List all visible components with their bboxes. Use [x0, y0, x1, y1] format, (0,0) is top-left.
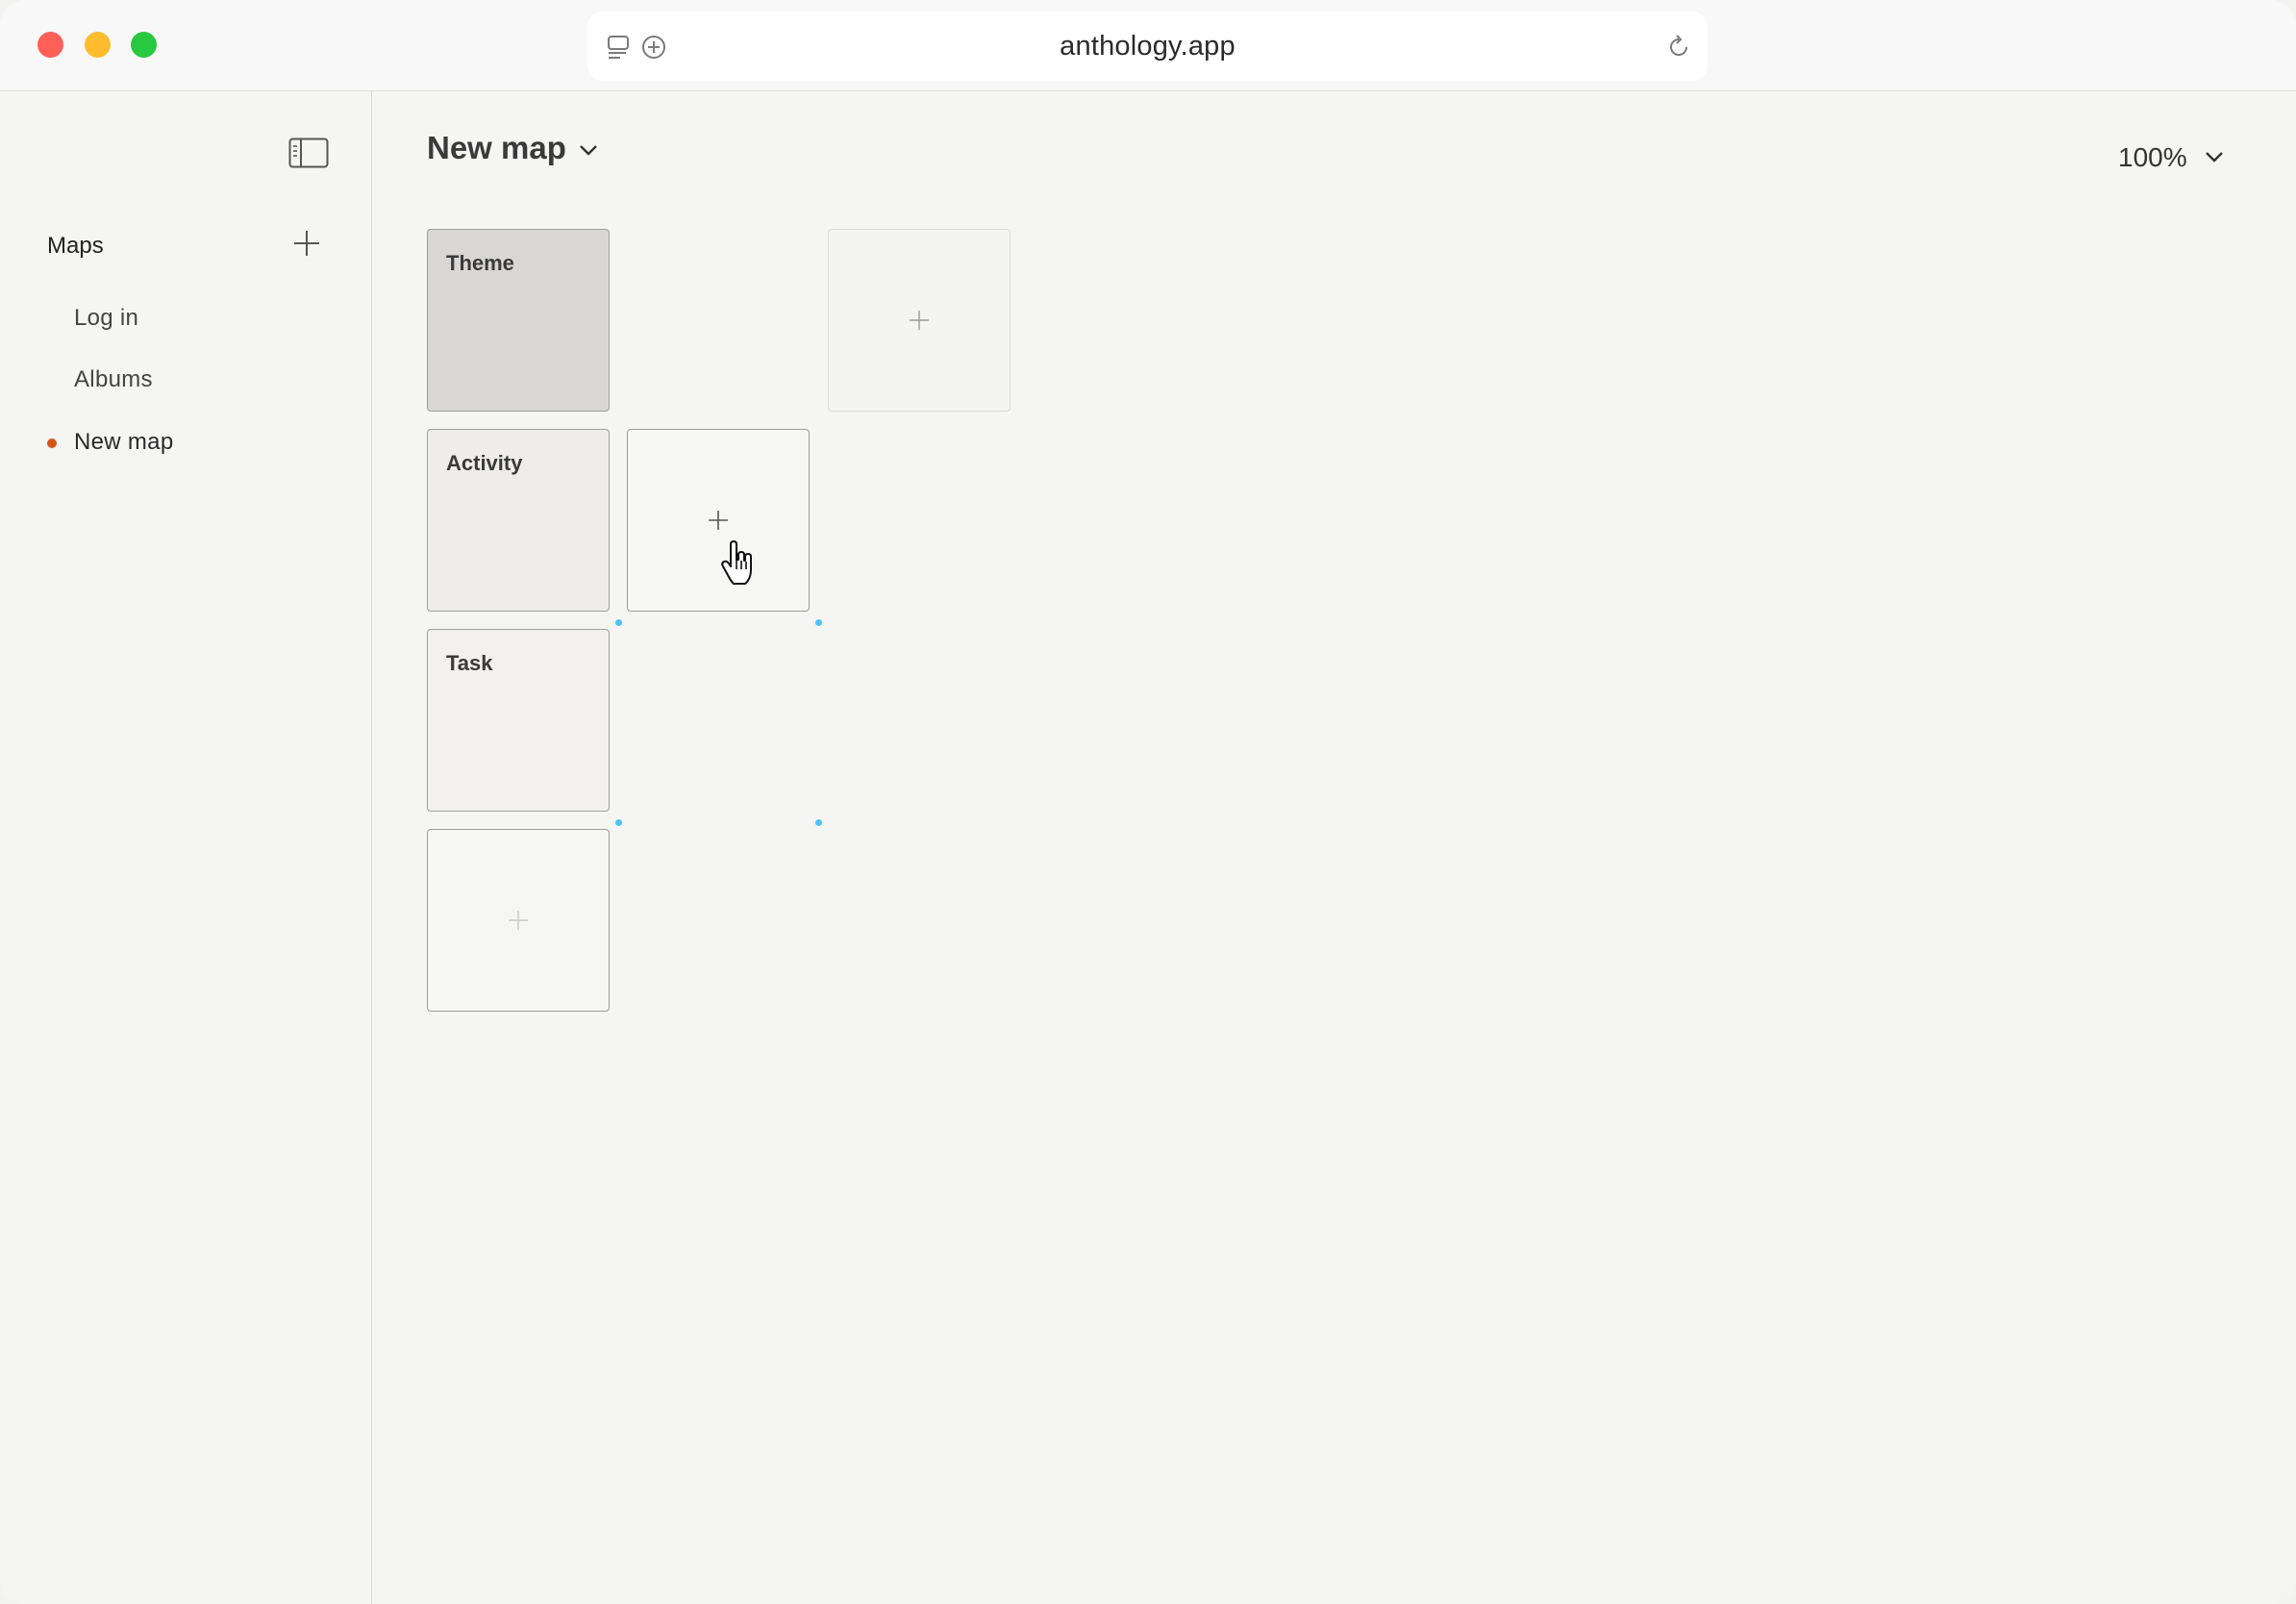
card-activity[interactable]: Activity	[427, 429, 610, 612]
card-label: Theme	[446, 251, 514, 275]
maps-section-title: Maps	[47, 233, 104, 259]
sidebar-item-albums[interactable]: Albums	[74, 366, 153, 393]
card-theme[interactable]: Theme	[427, 229, 610, 412]
selection-handle[interactable]	[615, 619, 622, 626]
plus-icon	[910, 311, 929, 330]
card-label: Activity	[446, 451, 523, 475]
chevron-down-icon[interactable]	[2204, 150, 2225, 163]
map-title[interactable]: New map	[427, 130, 566, 166]
address-bar[interactable]: anthology.app	[587, 12, 1708, 81]
card-label: Task	[446, 651, 493, 675]
chevron-down-icon[interactable]	[578, 143, 599, 157]
plus-icon	[709, 511, 728, 530]
minimize-window-button[interactable]	[85, 32, 111, 58]
selection-handle[interactable]	[815, 819, 822, 826]
add-card-slot[interactable]	[427, 829, 610, 1012]
add-card-slot[interactable]	[828, 229, 1011, 412]
sidebar-item-new-map[interactable]: New map	[74, 429, 173, 456]
selection-handle[interactable]	[615, 819, 622, 826]
active-map-indicator	[47, 439, 57, 448]
add-map-button[interactable]	[290, 227, 323, 260]
hand-pointer-icon	[721, 540, 752, 585]
close-window-button[interactable]	[37, 32, 63, 58]
card-task[interactable]: Task	[427, 629, 610, 812]
add-card-slot[interactable]	[627, 429, 810, 612]
sidebar: Maps Log in Albums New map	[0, 91, 372, 1604]
browser-toolbar: anthology.app	[0, 0, 2296, 91]
browser-window: anthology.app Maps Log in Albums New map…	[0, 0, 2296, 1604]
sidebar-icon[interactable]	[288, 138, 329, 168]
url-text[interactable]: anthology.app	[587, 12, 1708, 81]
selection-handle[interactable]	[815, 619, 822, 626]
plus-icon	[509, 911, 528, 930]
zoom-level[interactable]: 100%	[2118, 142, 2187, 173]
zoom-window-button[interactable]	[131, 32, 157, 58]
reload-icon[interactable]	[1664, 33, 1693, 62]
sidebar-item-log-in[interactable]: Log in	[74, 305, 138, 332]
